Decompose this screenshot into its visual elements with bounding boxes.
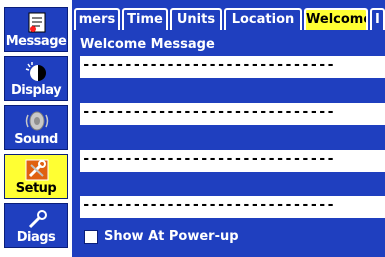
sidebar-item-sound[interactable]: Sound [4,105,68,150]
sidebar-item-display[interactable]: Display [4,56,68,101]
tab-welcome[interactable]: Welcome [304,8,368,30]
sidebar-item-message[interactable]: Message [4,7,68,52]
tab-label: I [375,12,380,27]
display-icon [25,62,46,81]
sidebar-item-setup[interactable]: Setup [4,154,68,199]
show-at-power-up-label: Show At Power-up [104,229,239,244]
tab-label: Units [176,12,216,27]
welcome-line-3-field[interactable]: ------------------------------ [80,150,385,172]
sidebar: Message Display Sound Setup Diags [0,0,72,257]
sidebar-item-label: Display [10,83,62,98]
message-icon [28,12,46,33]
section-title: Welcome Message [80,37,215,52]
sidebar-item-label: Message [5,34,67,49]
tab-bar: mers Time Units Location Welcome I [72,8,385,30]
welcome-line-1-field[interactable]: ------------------------------ [80,56,385,78]
wrench-icon [28,210,47,229]
setup-icon [25,159,49,181]
tab-units[interactable]: Units [170,8,222,30]
tab-location[interactable]: Location [224,8,302,30]
app-window: Message Display Sound Setup Diags mers T… [0,0,385,257]
tab-label: mers [78,12,116,27]
welcome-line-4-value: ------------------------------ [82,200,335,210]
tab-label: Location [231,12,295,27]
sidebar-item-label: Diags [16,230,56,245]
show-at-power-up-checkbox[interactable] [84,230,98,244]
tab-timers[interactable]: mers [74,8,120,30]
sidebar-item-label: Setup [15,181,57,196]
sidebar-item-label: Sound [14,132,58,147]
sidebar-item-diags[interactable]: Diags [4,203,68,248]
welcome-line-2-value: ------------------------------ [82,107,335,117]
welcome-line-4-field[interactable]: ------------------------------ [80,196,385,218]
welcome-line-3-value: ------------------------------ [82,154,335,164]
speaker-icon [25,111,49,131]
welcome-line-1-value: ------------------------------ [82,60,335,70]
tab-label: Time [127,12,163,27]
tab-next[interactable]: I [370,8,385,30]
welcome-line-2-field[interactable]: ------------------------------ [80,103,385,125]
tab-time[interactable]: Time [122,8,168,30]
tab-label: Welcome [306,12,368,27]
main-panel: mers Time Units Location Welcome I Welco… [72,0,385,257]
